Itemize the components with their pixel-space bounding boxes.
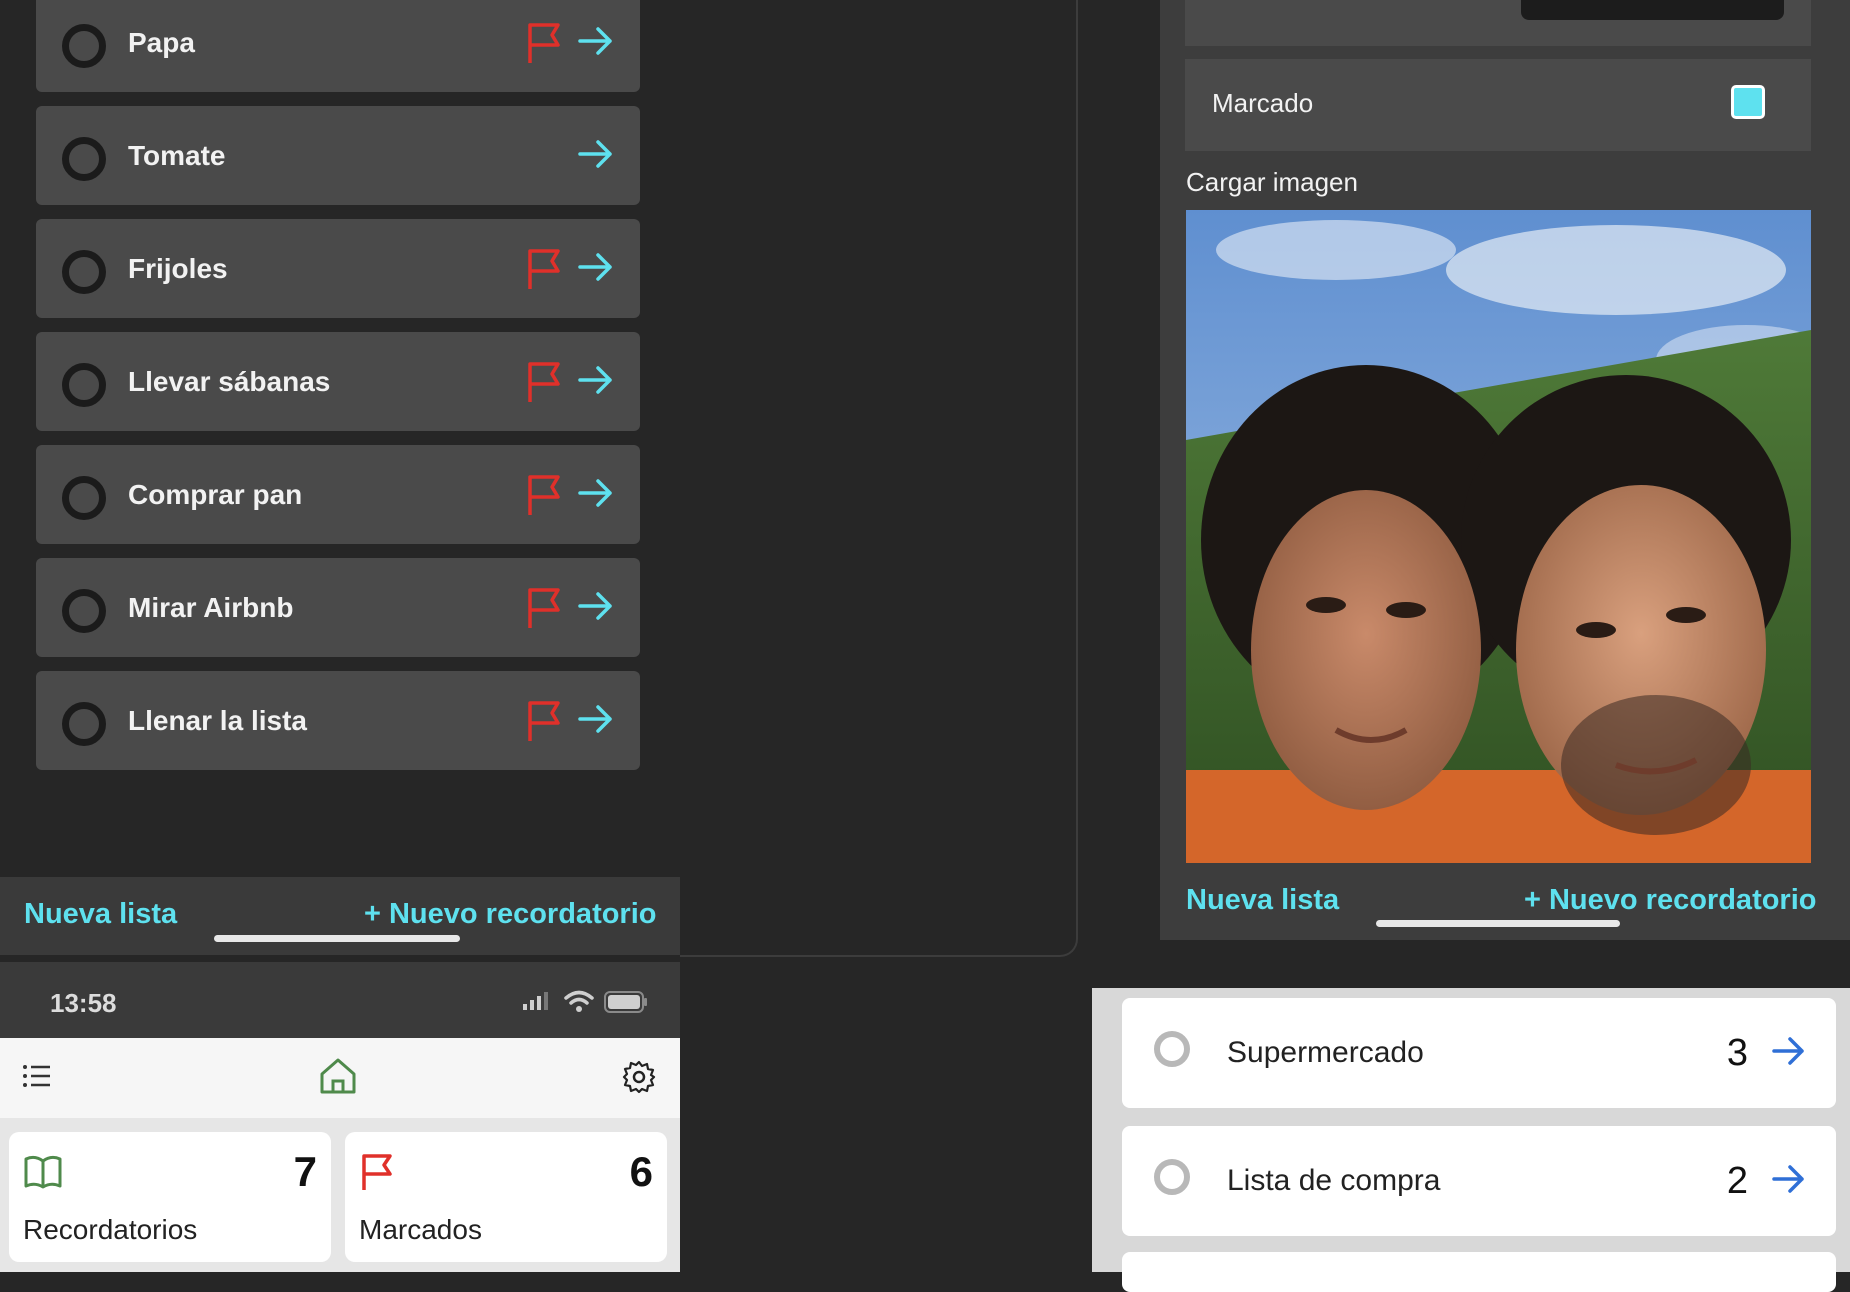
- list-circle-icon: [1154, 1031, 1190, 1067]
- empty-pane: [680, 0, 1078, 957]
- list-name: Supermercado: [1227, 1036, 1424, 1069]
- complete-toggle[interactable]: [62, 24, 106, 68]
- flagged-label: Marcado: [1212, 88, 1314, 118]
- gear-icon[interactable]: [622, 1060, 656, 1094]
- list-count: 3: [1726, 1032, 1748, 1074]
- flagged-count: 6: [629, 1148, 653, 1195]
- home-indicator: [1376, 920, 1620, 927]
- reminders-card[interactable]: 7 Recordatorios: [9, 1132, 331, 1262]
- flag-icon[interactable]: [524, 247, 564, 291]
- list-count: 2: [1726, 1160, 1748, 1202]
- reminder-row[interactable]: Frijoles: [36, 219, 640, 318]
- home-indicator: [214, 935, 460, 942]
- complete-toggle[interactable]: [62, 702, 106, 746]
- flagged-checkbox[interactable]: [1731, 85, 1765, 119]
- flagged-card[interactable]: 6 Marcados: [345, 1132, 667, 1262]
- arrow-right-icon[interactable]: [576, 699, 616, 739]
- list-icon[interactable]: [22, 1063, 52, 1089]
- reminder-row[interactable]: Tomate: [36, 106, 640, 205]
- reminders-count: 7: [293, 1148, 317, 1195]
- upload-image-label[interactable]: Cargar imagen: [1186, 167, 1358, 198]
- arrow-right-icon[interactable]: [576, 134, 616, 174]
- reminder-row[interactable]: Comprar pan: [36, 445, 640, 544]
- reminder-row[interactable]: Llevar sábanas: [36, 332, 640, 431]
- flag-icon[interactable]: [524, 699, 564, 743]
- text-input[interactable]: [1521, 0, 1784, 20]
- list-circle-icon: [1154, 1159, 1190, 1195]
- reminder-title: Llevar sábanas: [128, 366, 331, 397]
- new-reminder-link[interactable]: + Nuevo recordatorio: [364, 898, 657, 931]
- new-list-link[interactable]: Nueva lista: [1186, 884, 1339, 917]
- list-item[interactable]: [1122, 1252, 1836, 1292]
- reminder-title: Comprar pan: [128, 479, 303, 510]
- reminders-card-label: Recordatorios: [23, 1214, 198, 1245]
- reminder-row[interactable]: Papa: [36, 0, 640, 92]
- book-icon: [24, 1155, 62, 1189]
- reminder-row[interactable]: Llenar la lista: [36, 671, 640, 770]
- flagged-card-label: Marcados: [359, 1214, 482, 1245]
- flag-icon: [362, 1154, 392, 1190]
- reminder-row[interactable]: Mirar Airbnb: [36, 558, 640, 657]
- flag-icon[interactable]: [524, 586, 564, 630]
- reminder-title: Llenar la lista: [128, 705, 307, 736]
- wifi-icon: [564, 990, 594, 1012]
- complete-toggle[interactable]: [62, 363, 106, 407]
- arrow-right-icon[interactable]: [576, 360, 616, 400]
- arrow-right-icon[interactable]: [1770, 1160, 1808, 1198]
- flag-icon[interactable]: [524, 473, 564, 517]
- signal-icon: [523, 992, 548, 1010]
- complete-toggle[interactable]: [62, 589, 106, 633]
- uploaded-photo: [1186, 210, 1811, 863]
- reminder-title: Mirar Airbnb: [128, 592, 294, 623]
- arrow-right-icon[interactable]: [576, 247, 616, 287]
- battery-icon: [604, 991, 647, 1013]
- home-icon[interactable]: [318, 1057, 358, 1095]
- new-reminder-link[interactable]: + Nuevo recordatorio: [1524, 884, 1817, 917]
- reminder-title: Frijoles: [128, 253, 228, 284]
- arrow-right-icon[interactable]: [1770, 1032, 1808, 1070]
- new-list-link[interactable]: Nueva lista: [24, 898, 177, 931]
- flag-icon[interactable]: [524, 360, 564, 404]
- status-time: 13:58: [50, 988, 117, 1018]
- arrow-right-icon[interactable]: [576, 473, 616, 513]
- arrow-right-icon[interactable]: [576, 21, 616, 61]
- list-name: Lista de compra: [1227, 1164, 1441, 1197]
- reminder-title: Tomate: [128, 140, 226, 171]
- arrow-right-icon[interactable]: [576, 586, 616, 626]
- complete-toggle[interactable]: [62, 476, 106, 520]
- complete-toggle[interactable]: [62, 137, 106, 181]
- list-item[interactable]: Lista de compra 2: [1122, 1126, 1836, 1236]
- flag-icon[interactable]: [524, 21, 564, 65]
- list-item[interactable]: Supermercado 3: [1122, 998, 1836, 1108]
- complete-toggle[interactable]: [62, 250, 106, 294]
- reminder-title: Papa: [128, 27, 195, 58]
- app-topbar: [1078, 940, 1850, 988]
